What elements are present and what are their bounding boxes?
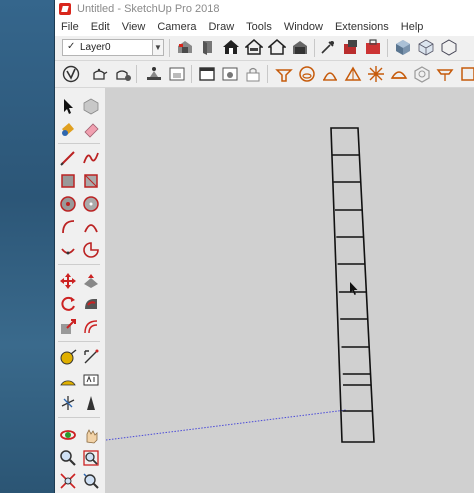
window-title: Untitled - SketchUp Pro 2018 — [77, 3, 220, 15]
sphere-icon[interactable] — [413, 65, 431, 83]
component-icon[interactable] — [199, 38, 217, 56]
eyedropper-icon[interactable] — [319, 38, 337, 56]
rectangle-icon[interactable] — [59, 172, 77, 190]
menu-bar: File Edit View Camera Draw Tools Window … — [55, 18, 474, 36]
star-icon[interactable] — [367, 65, 385, 83]
axes-icon[interactable] — [59, 394, 77, 412]
menu-file[interactable]: File — [55, 21, 85, 33]
house-icon[interactable] — [222, 38, 240, 56]
circle-icon[interactable] — [59, 195, 77, 213]
layers-toolbar: ✓ Layer0 ▼ — [55, 36, 474, 61]
menu-tools[interactable]: Tools — [240, 21, 278, 33]
rotate-icon[interactable] — [59, 295, 77, 313]
more-tools-icon[interactable] — [459, 65, 474, 83]
freehand-icon[interactable] — [82, 149, 100, 167]
layer-name: Layer0 — [80, 42, 111, 53]
zoom-icon[interactable] — [59, 449, 77, 467]
zoom-extents-icon[interactable] — [59, 472, 77, 490]
cube-outline-icon[interactable] — [417, 38, 435, 56]
teapot-gear-icon[interactable] — [114, 65, 132, 83]
toolbar-divider — [58, 341, 100, 342]
toolbar-divider — [314, 39, 315, 57]
line-icon[interactable] — [59, 149, 77, 167]
toolbar-divider — [387, 39, 388, 57]
two-point-arc-icon[interactable] — [82, 218, 100, 236]
menu-extensions[interactable]: Extensions — [329, 21, 395, 33]
previous-view-icon[interactable] — [82, 472, 100, 490]
follow-me-icon[interactable] — [82, 295, 100, 313]
offset-icon[interactable] — [82, 318, 100, 336]
toolbar-divider — [169, 39, 170, 57]
window-icon[interactable] — [168, 65, 186, 83]
house-shaded-icon[interactable] — [291, 38, 309, 56]
menu-view[interactable]: View — [116, 21, 152, 33]
toolbar-divider — [191, 65, 192, 83]
dome-icon[interactable] — [390, 65, 408, 83]
layer-select[interactable]: ✓ Layer0 — [62, 39, 164, 56]
protractor-icon[interactable] — [59, 371, 77, 389]
style-icon[interactable] — [62, 65, 80, 83]
three-point-arc-icon[interactable] — [59, 241, 77, 259]
menu-draw[interactable]: Draw — [202, 21, 240, 33]
menu-window[interactable]: Window — [278, 21, 329, 33]
warehouse-icon[interactable] — [176, 38, 194, 56]
main-toolbar — [55, 61, 474, 88]
toolbar-divider — [58, 417, 100, 418]
sandbox-icon[interactable] — [321, 65, 339, 83]
pie-icon[interactable] — [82, 241, 100, 259]
window-gear-icon[interactable] — [221, 65, 239, 83]
sketchup-logo-icon — [59, 3, 71, 15]
large-tool-set — [55, 88, 106, 493]
push-pull-icon[interactable] — [82, 272, 100, 290]
triangle-icon[interactable] — [344, 65, 362, 83]
layout-icon[interactable] — [198, 65, 216, 83]
sketchup-window: Untitled - SketchUp Pro 2018 File Edit V… — [54, 0, 474, 493]
polygon-icon[interactable] — [82, 195, 100, 213]
title-bar[interactable]: Untitled - SketchUp Pro 2018 — [55, 0, 474, 18]
menu-camera[interactable]: Camera — [151, 21, 202, 33]
protractor-icon[interactable] — [275, 65, 293, 83]
move-icon[interactable] — [59, 272, 77, 290]
select-icon[interactable] — [59, 97, 77, 115]
tape-measure-icon[interactable] — [59, 348, 77, 366]
zoom-window-icon[interactable] — [82, 449, 100, 467]
flip-icon[interactable] — [436, 65, 454, 83]
extension-icon[interactable] — [342, 38, 360, 56]
component-make-icon[interactable] — [82, 97, 100, 115]
orbit-icon[interactable] — [59, 426, 77, 444]
cube-icon[interactable] — [394, 38, 412, 56]
arc-icon[interactable] — [59, 218, 77, 236]
toolbar-divider — [58, 264, 100, 265]
toolbar-divider — [267, 65, 268, 83]
toolbox-icon[interactable] — [364, 38, 382, 56]
scale-icon[interactable] — [59, 318, 77, 336]
3d-text-icon[interactable] — [82, 394, 100, 412]
menu-edit[interactable]: Edit — [85, 21, 116, 33]
layer-check-icon: ✓ — [67, 41, 76, 52]
desktop-background — [0, 0, 54, 493]
eraser-icon[interactable] — [82, 120, 100, 138]
dimension-icon[interactable] — [82, 348, 100, 366]
house-top-icon[interactable] — [245, 38, 263, 56]
cube-wire-icon[interactable] — [440, 38, 458, 56]
paint-bucket-icon[interactable] — [59, 120, 77, 138]
menu-help[interactable]: Help — [395, 21, 430, 33]
teapot-icon[interactable] — [90, 65, 108, 83]
cursor-arrow-icon — [350, 282, 358, 295]
green-axis-line — [106, 409, 347, 441]
scene-icon[interactable] — [145, 65, 163, 83]
pan-icon[interactable] — [82, 426, 100, 444]
chevron-down-icon[interactable]: ▼ — [152, 39, 164, 56]
section-icon[interactable] — [298, 65, 316, 83]
toolbar-divider — [58, 143, 100, 144]
house-outline-icon[interactable] — [268, 38, 286, 56]
text-icon[interactable] — [82, 371, 100, 389]
rotated-rectangle-icon[interactable] — [82, 172, 100, 190]
lock-icon[interactable] — [244, 65, 262, 83]
toolbar-divider — [136, 65, 137, 83]
drawing-viewport[interactable] — [106, 88, 474, 493]
model-canvas[interactable] — [106, 88, 474, 493]
